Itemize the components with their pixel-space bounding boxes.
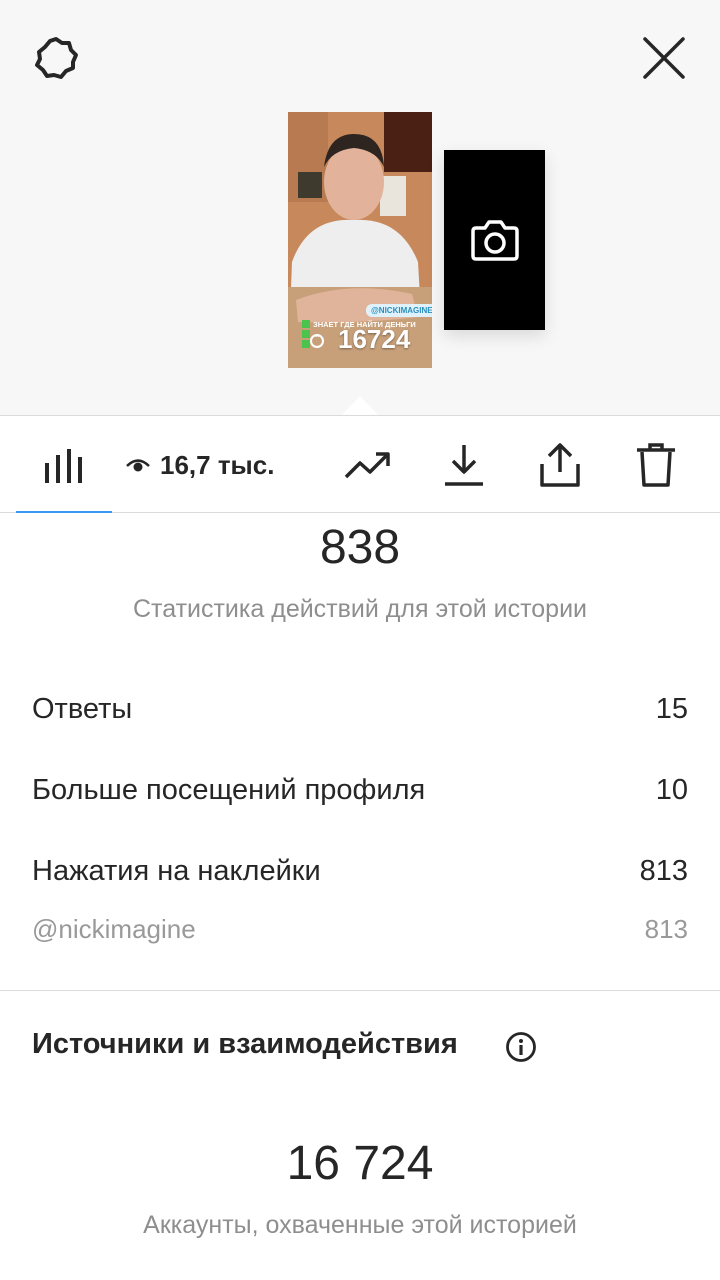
stat-sub-value: 813 — [644, 914, 688, 944]
check-icon — [302, 330, 310, 338]
stat-label: Нажатия на наклейки — [32, 855, 321, 887]
share-icon — [540, 443, 580, 487]
viewers-tab[interactable]: 16,7 тыс. — [126, 416, 296, 514]
share-button[interactable] — [528, 416, 592, 514]
active-tab-indicator — [16, 511, 112, 513]
download-icon — [445, 445, 483, 486]
stat-row-replies: Ответы 15 — [32, 693, 688, 726]
trending-up-icon — [344, 452, 390, 479]
add-story-tile[interactable] — [444, 150, 545, 330]
stat-row-sticker-taps: Нажатия на наклейки 813 — [32, 855, 688, 888]
settings-button[interactable] — [28, 30, 84, 86]
bar-chart-icon — [45, 449, 82, 483]
views-count: 16,7 тыс. — [160, 449, 275, 480]
stat-row-profile-visits: Больше посещений профиля 10 — [32, 774, 688, 807]
close-icon — [643, 37, 685, 79]
stat-sub-label: @nickimagine — [32, 914, 196, 944]
stat-value: 813 — [639, 855, 688, 887]
reach-total: 16 724 — [286, 1137, 434, 1190]
trash-icon — [637, 443, 675, 487]
stat-value: 15 — [655, 693, 688, 725]
check-icon — [302, 320, 310, 328]
actions-total: 838 — [319, 521, 401, 574]
stat-subrow-mention: @nickimagine 813 — [32, 914, 688, 945]
delete-button[interactable] — [624, 416, 688, 514]
stat-label: Ответы — [32, 693, 133, 725]
story-thumbnail[interactable]: @NICKIMAGINE ЗНАЕТ ГДЕ НАЙТИ ДЕНЬГИ ... … — [288, 112, 432, 368]
info-icon[interactable] — [505, 1031, 537, 1063]
discovery-title: Источники и взаимодействия — [32, 1028, 458, 1060]
eye-icon — [126, 459, 150, 472]
mention-sticker: @NICKIMAGINE — [366, 304, 432, 317]
stat-label: Больше посещений профиля — [32, 774, 426, 806]
selection-pointer — [341, 396, 379, 416]
reach-label: Аккаунты, охваченные этой историей — [143, 1211, 577, 1239]
stat-value: 10 — [655, 774, 688, 806]
promote-button[interactable] — [336, 416, 400, 514]
section-divider — [0, 990, 720, 991]
actions-label: Статистика действий для этой истории — [132, 595, 588, 623]
gear-icon — [35, 37, 78, 79]
check-icon — [302, 340, 310, 348]
download-button[interactable] — [432, 416, 496, 514]
close-button[interactable] — [636, 30, 692, 86]
story-counter-text: 16724 — [338, 324, 411, 354]
camera-icon — [470, 220, 519, 261]
story-toolbar: 16,7 тыс. — [0, 415, 720, 513]
insights-tab[interactable] — [16, 416, 112, 514]
